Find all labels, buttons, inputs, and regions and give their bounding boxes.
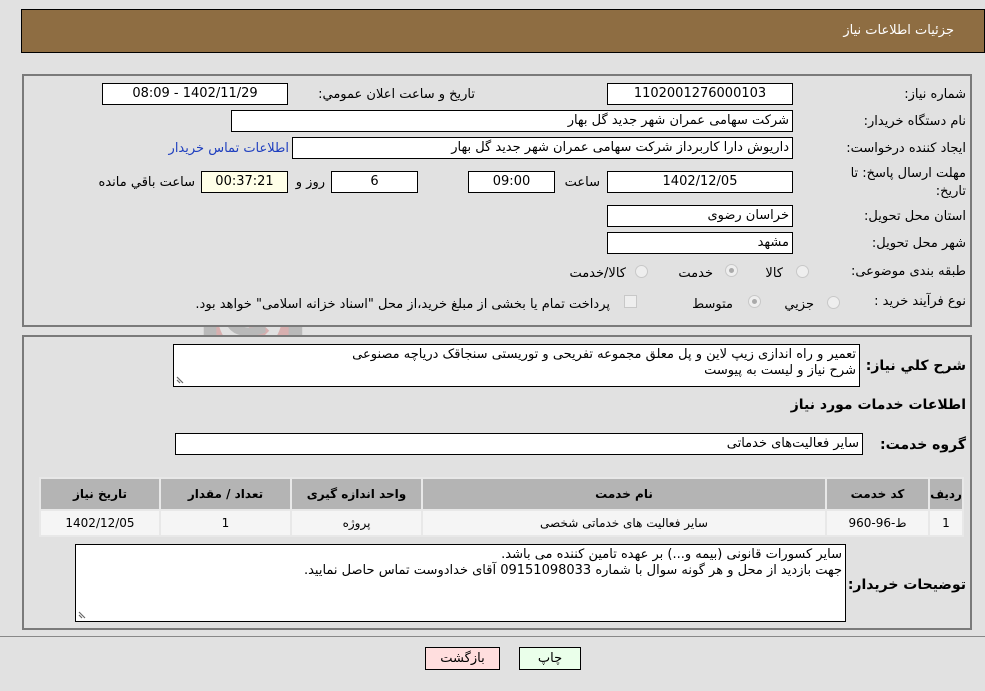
announce-date-field: 1402/11/29 - 08:09 [102,83,288,105]
creator-label: ایجاد کننده درخواست: [846,141,966,156]
description-line-2: شرح نیاز و لیست به پیوست [704,363,856,378]
category-option-goods: کالا [765,266,783,281]
remaining-time-field: 00:37:21 [201,171,288,193]
days-remaining-field: 6 [331,171,418,193]
treasury-checkbox[interactable] [624,295,637,308]
services-table: ردیف کد خدمت نام خدمت واحد اندازه گیری ت… [39,477,964,537]
category-option-goods-service: کالا/خدمت [569,266,626,281]
service-group-label: گروه خدمت: [880,437,966,453]
table-row: 1 ط-96-960 سایر فعالیت های خدماتی شخصی پ… [39,509,964,537]
col-header-quantity: تعداد / مقدار [159,477,292,511]
col-header-need-date: تاریخ نیاز [39,477,161,511]
col-header-row-number: ردیف [928,477,964,511]
days-label: روز و [295,175,325,190]
deadline-label: مهلت ارسال پاسخ: تا [850,166,966,181]
buyer-notes-textarea[interactable]: سایر کسورات قانونی (بیمه و...) بر عهده ت… [75,544,846,622]
resize-grip-icon[interactable] [78,611,86,619]
need-number-label: شماره نیاز: [904,87,966,102]
description-line-1: تعمیر و راه اندازی زیپ لاین و پل معلق مج… [352,347,856,362]
city-label: شهر محل تحویل: [871,236,966,251]
page-header: جزئیات اطلاعات نیاز [21,9,985,53]
process-radio-medium[interactable] [748,295,761,308]
buyer-contact-link[interactable]: اطلاعات تماس خریدار [169,141,289,156]
page-title: جزئیات اطلاعات نیاز [843,23,954,38]
process-type-label: نوع فرآیند خرید : [874,294,966,309]
table-header-row: ردیف کد خدمت نام خدمت واحد اندازه گیری ت… [39,477,964,511]
buyer-notes-label: توضیحات خریدار: [847,577,966,593]
city-field: مشهد [607,232,793,254]
cell-row-number: 1 [928,509,964,537]
province-field: خراسان رضوی [607,205,793,227]
service-group-field: سایر فعالیت‌های خدماتی [175,433,863,455]
category-label: طبقه بندی موضوعی: [850,264,966,279]
cell-unit: پروژه [290,509,423,537]
services-section-title: اطلاعات خدمات مورد نیاز [790,397,966,413]
deadline-date-field: 1402/12/05 [607,171,793,193]
announce-date-label: تاريخ و ساعت اعلان عمومي: [318,87,475,102]
treasury-checkbox-label: پرداخت تمام یا بخشی از مبلغ خرید،از محل … [195,297,610,312]
creator-field: داریوش دارا کاربرداز شرکت سهامی عمران شه… [292,137,793,159]
description-textarea[interactable]: تعمیر و راه اندازی زیپ لاین و پل معلق مج… [173,344,860,387]
deadline-label-date: تاریخ: [935,184,966,199]
col-header-service-code: کد خدمت [825,477,930,511]
process-radio-minor[interactable] [827,296,840,309]
cell-service-code: ط-96-960 [825,509,930,537]
cell-quantity: 1 [159,509,292,537]
category-radio-goods[interactable] [796,265,809,278]
process-option-minor: جزيي [784,297,814,312]
category-radio-goods-service[interactable] [635,265,648,278]
print-button[interactable]: چاپ [519,647,581,670]
back-button[interactable]: بازگشت [425,647,500,670]
col-header-unit: واحد اندازه گیری [290,477,423,511]
category-radio-service[interactable] [725,264,738,277]
cell-need-date: 1402/12/05 [39,509,161,537]
footer-divider [0,636,985,637]
remaining-time-label: ساعت باقي مانده [98,175,195,190]
deadline-time-field: 09:00 [468,171,555,193]
resize-grip-icon[interactable] [176,376,184,384]
category-option-service: خدمت [678,266,713,281]
buyer-org-label: نام دستگاه خریدار: [863,114,966,129]
province-label: استان محل تحویل: [864,209,966,224]
description-label: شرح کلي نياز: [865,358,966,374]
need-number-field: 1102001276000103 [607,83,793,105]
buyer-notes-line-1: سایر کسورات قانونی (بیمه و...) بر عهده ت… [501,547,842,562]
buyer-notes-line-2: جهت بازدید از محل و هر گونه سوال با شمار… [303,563,842,578]
deadline-time-label: ساعت [564,175,600,190]
col-header-service-name: نام خدمت [421,477,827,511]
cell-service-name: سایر فعالیت های خدماتی شخصی [421,509,827,537]
process-option-medium: متوسط [692,297,733,312]
buyer-org-field: شرکت سهامی عمران شهر جدید گل بهار [231,110,793,132]
